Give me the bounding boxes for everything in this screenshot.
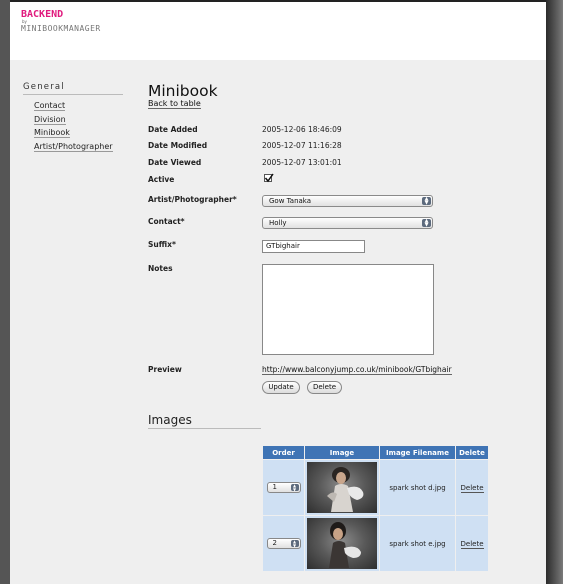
date-modified-value: 2005-12-07 11:16:28 [262, 141, 342, 150]
delete-cell: Delete [456, 460, 488, 515]
sidebar-item-contact[interactable]: Contact [34, 99, 123, 113]
sidebar-item-minibook[interactable]: Minibook [34, 126, 123, 140]
back-to-table-link[interactable]: Back to table [148, 99, 201, 109]
photo-figure-icon [327, 467, 364, 512]
preview-label: Preview [148, 365, 182, 374]
delete-image-link[interactable]: Delete [460, 539, 484, 549]
delete-image-link[interactable]: Delete [460, 483, 484, 493]
page-title: Minibook [148, 82, 218, 100]
window-edge-shadow [546, 0, 563, 584]
updown-arrows-icon: ▲ ▼ [422, 197, 431, 206]
updown-arrows-icon: ▲ ▼ [290, 484, 299, 491]
preview-link[interactable]: http://www.balconyjump.co.uk/minibook/GT… [262, 365, 452, 375]
updown-arrows-icon: ▲ ▼ [290, 540, 299, 547]
table-row: 1 ▲ ▼ spark shot d.jpg Delete [263, 460, 488, 515]
order-cell: 2 ▲ ▼ [263, 516, 304, 571]
active-label: Active [148, 175, 175, 184]
active-checkbox[interactable] [264, 173, 274, 183]
order-select-value: 2 [272, 539, 277, 547]
logo-backend: BACKEND [21, 9, 64, 20]
column-header-order: Order [263, 446, 304, 459]
image-thumbnail[interactable] [307, 518, 377, 569]
date-viewed-value: 2005-12-07 13:01:01 [262, 158, 342, 167]
notes-textarea[interactable] [262, 264, 434, 355]
images-table: Order Image Image Filename Delete 1 ▲▼ [262, 445, 489, 572]
artist-select[interactable]: Gow Tanaka ▲ ▼ [262, 195, 433, 207]
sidebar-item-label[interactable]: Contact [34, 101, 66, 111]
contact-select[interactable]: Holly ▲ ▼ [262, 217, 433, 229]
date-modified-label: Date Modified [148, 141, 208, 150]
delete-button[interactable]: Delete [307, 381, 342, 394]
updown-arrows-icon: ▲ ▼ [422, 219, 431, 228]
notes-label: Notes [148, 264, 173, 273]
date-added-label: Date Added [148, 125, 198, 134]
artist-select-value: Gow Tanaka [269, 197, 312, 205]
page: BACKEND by MINIBOOKMANAGER General Conta… [10, 0, 546, 584]
sidebar-heading: General [23, 82, 123, 95]
order-select-value: 1 [272, 483, 277, 491]
filename-cell: spark shot e.jpg [380, 516, 455, 571]
date-added-value: 2005-12-06 18:46:09 [262, 125, 342, 134]
column-header-delete: Delete [456, 446, 488, 459]
sidebar-item-division[interactable]: Division [34, 113, 123, 127]
header: BACKEND by MINIBOOKMANAGER [10, 2, 546, 60]
order-cell: 1 ▲ ▼ [263, 460, 304, 515]
main-content: Minibook Back to table [148, 82, 218, 109]
image-thumbnail[interactable] [307, 462, 377, 513]
artist-label: Artist/Photographer* [148, 195, 237, 204]
date-viewed-label: Date Viewed [148, 158, 202, 167]
order-select[interactable]: 2 ▲ ▼ [266, 538, 301, 549]
image-cell [305, 516, 379, 571]
suffix-input[interactable]: GTbighair [262, 240, 365, 253]
image-cell [305, 460, 379, 515]
filename-cell: spark shot d.jpg [380, 460, 455, 515]
contact-select-value: Holly [269, 219, 287, 227]
photo-figure-icon [329, 522, 361, 568]
delete-cell: Delete [456, 516, 488, 571]
sidebar-item-label[interactable]: Division [34, 114, 66, 125]
sidebar-item-label[interactable]: Artist/Photographer [34, 141, 113, 152]
logo-manager: MINIBOOKMANAGER [21, 24, 101, 33]
sidebar-item-artist-photographer[interactable]: Artist/Photographer [34, 140, 123, 154]
suffix-label: Suffix* [148, 240, 176, 249]
sidebar-item-label[interactable]: Minibook [34, 128, 70, 138]
images-section-title: Images [148, 413, 261, 429]
contact-label: Contact* [148, 217, 185, 226]
table-row: 2 ▲ ▼ spark shot e.jpg Delete [263, 516, 488, 571]
column-header-image: Image [305, 446, 379, 459]
order-select[interactable]: 1 ▲ ▼ [266, 482, 301, 493]
sidebar: General Contact Division Minibook Artist… [23, 82, 123, 153]
checkmark-icon [264, 173, 274, 183]
column-header-filename: Image Filename [380, 446, 455, 459]
update-button[interactable]: Update [262, 381, 300, 394]
